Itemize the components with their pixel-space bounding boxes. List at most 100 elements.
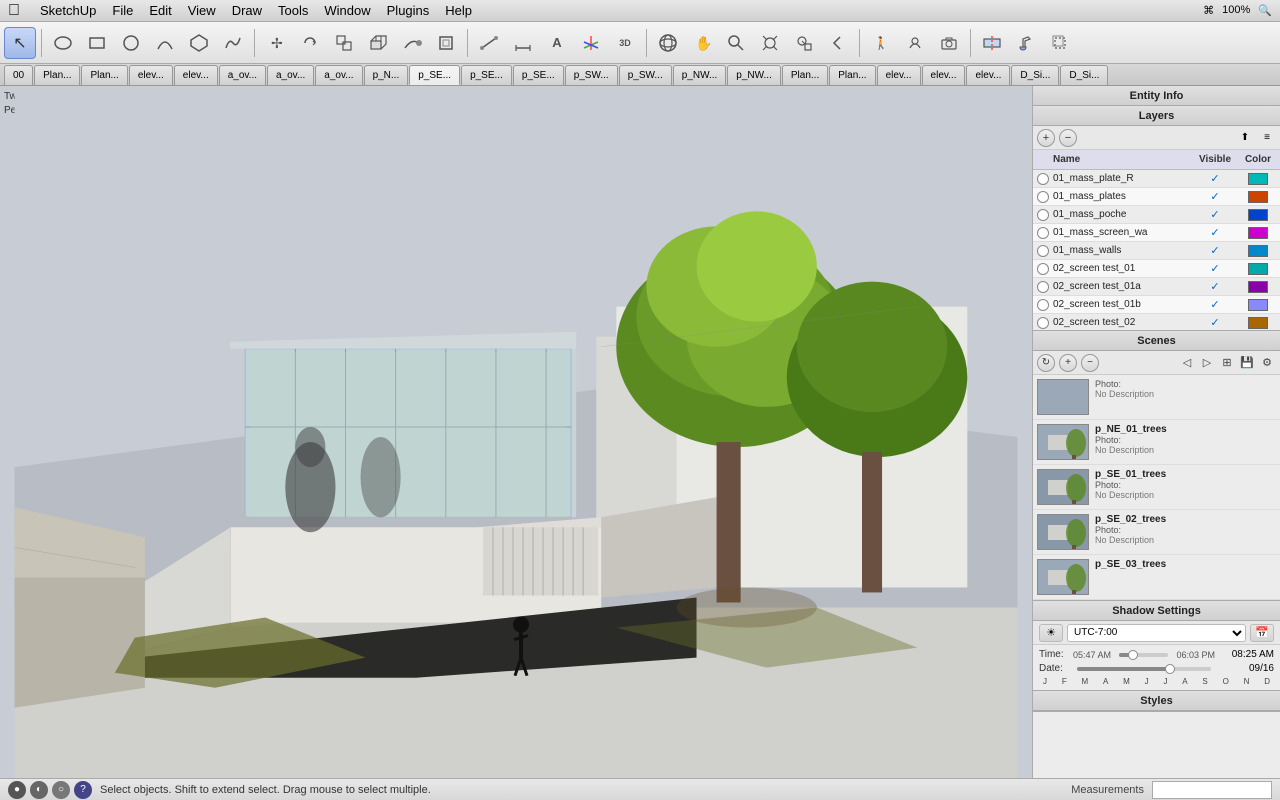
circle-tool-button[interactable] bbox=[115, 27, 147, 59]
layer-color-7[interactable] bbox=[1240, 299, 1276, 311]
look-around-button[interactable] bbox=[899, 27, 931, 59]
layer-radio-7[interactable] bbox=[1037, 299, 1049, 311]
layer-row-7[interactable]: 02_screen test_01b ✓ bbox=[1033, 296, 1280, 314]
layer-visible-1[interactable]: ✓ bbox=[1190, 190, 1240, 203]
scene-tab-6[interactable]: a_ov... bbox=[267, 65, 314, 85]
layer-color-4[interactable] bbox=[1240, 245, 1276, 257]
pan-tool-button[interactable]: ✋ bbox=[686, 27, 718, 59]
time-slider-thumb[interactable] bbox=[1128, 650, 1138, 660]
eraser-tool-button[interactable] bbox=[47, 27, 79, 59]
layers-sort-button[interactable]: ⬆ bbox=[1236, 129, 1254, 147]
layer-radio-8[interactable] bbox=[1037, 317, 1049, 329]
menu-draw[interactable]: Draw bbox=[232, 3, 262, 18]
scene-tab-17[interactable]: Plan... bbox=[829, 65, 875, 85]
apple-menu[interactable]:  bbox=[8, 2, 20, 20]
layer-row-0[interactable]: 01_mass_plate_R ✓ bbox=[1033, 170, 1280, 188]
dimension-tool-button[interactable] bbox=[507, 27, 539, 59]
layer-visible-6[interactable]: ✓ bbox=[1190, 280, 1240, 293]
menu-edit[interactable]: Edit bbox=[149, 3, 171, 18]
layer-color-1[interactable] bbox=[1240, 191, 1276, 203]
layer-color-swatch-4[interactable] bbox=[1248, 245, 1268, 257]
scenes-save-button[interactable]: 💾 bbox=[1238, 354, 1256, 372]
layer-color-3[interactable] bbox=[1240, 227, 1276, 239]
layer-radio-5[interactable] bbox=[1037, 263, 1049, 275]
followme-tool-button[interactable] bbox=[396, 27, 428, 59]
rotate-tool-button[interactable] bbox=[294, 27, 326, 59]
scale-tool-button[interactable] bbox=[328, 27, 360, 59]
scenes-view-toggle[interactable]: ⊞ bbox=[1218, 354, 1236, 372]
layer-row-4[interactable]: 01_mass_walls ✓ bbox=[1033, 242, 1280, 260]
scenes-options-button[interactable]: ⚙ bbox=[1258, 354, 1276, 372]
refresh-scenes-button[interactable]: ↻ bbox=[1037, 354, 1055, 372]
layer-visible-7[interactable]: ✓ bbox=[1190, 298, 1240, 311]
move-scene-right-button[interactable]: ▷ bbox=[1198, 354, 1216, 372]
menu-file[interactable]: File bbox=[112, 3, 133, 18]
scene-tab-15[interactable]: p_NW... bbox=[727, 65, 781, 85]
scene-item-1[interactable]: p_SE_01_trees Photo: No Description bbox=[1033, 465, 1280, 510]
3d-viewport[interactable]: Two Point Perspective bbox=[0, 86, 1032, 778]
paint-bucket-button[interactable] bbox=[1010, 27, 1042, 59]
orbit-tool-button[interactable] bbox=[652, 27, 684, 59]
menu-sketchup[interactable]: SketchUp bbox=[40, 3, 96, 18]
measurements-input[interactable] bbox=[1152, 781, 1272, 799]
add-scene-button[interactable]: + bbox=[1059, 354, 1077, 372]
layer-visible-5[interactable]: ✓ bbox=[1190, 262, 1240, 275]
layer-radio-0[interactable] bbox=[1037, 173, 1049, 185]
scene-item-2[interactable]: p_SE_02_trees Photo: No Description bbox=[1033, 510, 1280, 555]
layer-radio-3[interactable] bbox=[1037, 227, 1049, 239]
move-scene-left-button[interactable]: ◁ bbox=[1178, 354, 1196, 372]
layer-color-swatch-0[interactable] bbox=[1248, 173, 1268, 185]
move-tool-button[interactable]: ✢ bbox=[260, 27, 292, 59]
layer-color-swatch-2[interactable] bbox=[1248, 209, 1268, 221]
scene-tab-12[interactable]: p_SW... bbox=[565, 65, 618, 85]
scene-tab-11[interactable]: p_SE... bbox=[513, 65, 564, 85]
layer-visible-0[interactable]: ✓ bbox=[1190, 172, 1240, 185]
zoom-window-button[interactable] bbox=[788, 27, 820, 59]
scene-item-3[interactable]: p_SE_03_trees bbox=[1033, 555, 1280, 600]
select-tool-button[interactable]: ↖ bbox=[4, 27, 36, 59]
date-slider[interactable] bbox=[1077, 667, 1211, 671]
layer-row-3[interactable]: 01_mass_screen_wa ✓ bbox=[1033, 224, 1280, 242]
scene-tab-20[interactable]: elev... bbox=[966, 65, 1010, 85]
timezone-select[interactable]: UTC-7:00 bbox=[1067, 624, 1246, 642]
pushpull-tool-button[interactable] bbox=[362, 27, 394, 59]
menu-view[interactable]: View bbox=[188, 3, 216, 18]
time-slider[interactable] bbox=[1119, 653, 1168, 657]
shadow-calendar-button[interactable]: 📅 bbox=[1250, 624, 1274, 642]
layer-color-swatch-7[interactable] bbox=[1248, 299, 1268, 311]
scene-tab-4[interactable]: elev... bbox=[174, 65, 218, 85]
axes-tool-button[interactable] bbox=[575, 27, 607, 59]
layer-row-8[interactable]: 02_screen test_02 ✓ bbox=[1033, 314, 1280, 330]
layer-radio-6[interactable] bbox=[1037, 281, 1049, 293]
layer-color-swatch-5[interactable] bbox=[1248, 263, 1268, 275]
date-slider-thumb[interactable] bbox=[1165, 664, 1175, 674]
layer-row-2[interactable]: 01_mass_poche ✓ bbox=[1033, 206, 1280, 224]
previous-view-button[interactable] bbox=[822, 27, 854, 59]
layer-row-5[interactable]: 02_screen test_01 ✓ bbox=[1033, 260, 1280, 278]
layer-color-swatch-3[interactable] bbox=[1248, 227, 1268, 239]
scene-tab-16[interactable]: Plan... bbox=[782, 65, 828, 85]
scene-tab-18[interactable]: elev... bbox=[877, 65, 921, 85]
tape-tool-button[interactable] bbox=[473, 27, 505, 59]
walk-tool-button[interactable]: 🚶 bbox=[865, 27, 897, 59]
scene-tab-3[interactable]: elev... bbox=[129, 65, 173, 85]
layer-radio-4[interactable] bbox=[1037, 245, 1049, 257]
status-icon-help[interactable]: ? bbox=[74, 781, 92, 799]
scene-tab-8[interactable]: p_N... bbox=[364, 65, 409, 85]
scene-tab-21[interactable]: D_Si... bbox=[1011, 65, 1059, 85]
scene-tab-13[interactable]: p_SW... bbox=[619, 65, 672, 85]
scene-tab-22[interactable]: D_Si... bbox=[1060, 65, 1108, 85]
layer-radio-1[interactable] bbox=[1037, 191, 1049, 203]
layer-color-8[interactable] bbox=[1240, 317, 1276, 329]
freehand-tool-button[interactable] bbox=[217, 27, 249, 59]
layer-color-6[interactable] bbox=[1240, 281, 1276, 293]
status-icon-3[interactable]: ○ bbox=[52, 781, 70, 799]
scene-tab-10[interactable]: p_SE... bbox=[461, 65, 512, 85]
rectangle-tool-button[interactable] bbox=[81, 27, 113, 59]
layer-visible-3[interactable]: ✓ bbox=[1190, 226, 1240, 239]
status-icon-2[interactable]: ◐ bbox=[30, 781, 48, 799]
layer-color-swatch-8[interactable] bbox=[1248, 317, 1268, 329]
scene-item-0[interactable]: p_NE_01_trees Photo: No Description bbox=[1033, 420, 1280, 465]
offset-tool-button[interactable] bbox=[430, 27, 462, 59]
layer-visible-2[interactable]: ✓ bbox=[1190, 208, 1240, 221]
